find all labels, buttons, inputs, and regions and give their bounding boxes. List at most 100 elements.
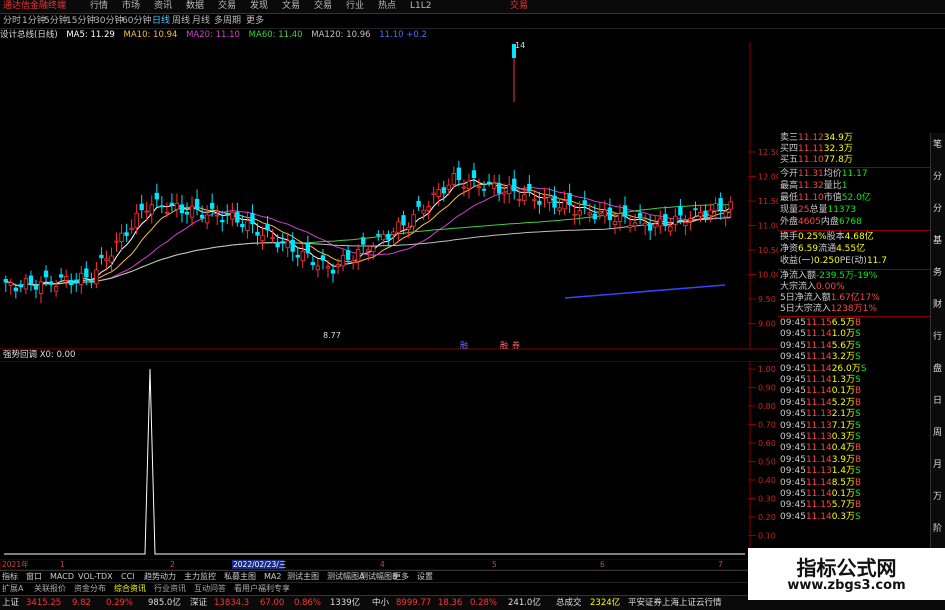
candle-body xyxy=(64,275,69,281)
indicator-tick-label: 0.40 xyxy=(758,476,776,485)
sidebar-button[interactable]: 分 xyxy=(933,201,942,214)
fund-flow-label: 大宗流入 xyxy=(780,282,817,292)
fund-flow-label: 净流入额 xyxy=(780,271,817,281)
extension-tab[interactable]: 综合资讯 xyxy=(114,583,146,595)
period-tab-30min[interactable]: 30分钟 xyxy=(94,14,123,28)
extension-tab[interactable]: 看用户福利专享 xyxy=(234,583,290,595)
candle-body xyxy=(678,206,683,216)
tick-price: 11.14 xyxy=(805,352,832,363)
candle-body xyxy=(486,181,492,184)
sidebar-button[interactable]: 分 xyxy=(933,169,942,182)
menu-item-wenyi[interactable]: 文易 xyxy=(282,0,300,13)
tick-time: 09:45 xyxy=(780,397,806,408)
tick-time: 09:45 xyxy=(780,352,806,363)
candle-body xyxy=(522,194,527,202)
price-tick-label: 12.00 xyxy=(758,173,778,182)
sidebar-button[interactable]: 万 xyxy=(933,489,942,502)
tick-direction: B xyxy=(855,500,862,511)
indicator-tick-label: 0.30 xyxy=(758,495,776,504)
tick-row: 09:4511.143.9万B xyxy=(780,455,930,466)
period-tab-5min[interactable]: 5分钟 xyxy=(44,14,68,28)
menu-item-trade2[interactable]: 交易 xyxy=(314,0,332,13)
fund-flow-pct: 17% xyxy=(859,293,880,303)
indicator-chart[interactable]: 1.00 0.90 0.80 0.70 0.60 0.50 0.40 0.30 0.20 0.10… xyxy=(0,361,778,559)
sidebar-button[interactable]: 月 xyxy=(933,457,942,470)
index-sh-chg: 9.82 xyxy=(72,598,91,608)
index-sz-amt: 1339亿 xyxy=(330,598,361,608)
stat-row: 外盘4605内盘6768 xyxy=(780,217,930,228)
period-tab-weekly[interactable]: 周线 xyxy=(172,14,190,28)
ma60-label: MA60: 11.40 xyxy=(248,30,303,40)
candle-body xyxy=(698,211,703,217)
sidebar-button[interactable]: 行 xyxy=(933,329,942,342)
price-tick-label: 9.00 xyxy=(758,320,776,329)
candle-body xyxy=(612,221,618,225)
marker-label-2: 融 xyxy=(500,340,508,350)
candle-body xyxy=(295,254,300,258)
period-tab-60min[interactable]: 60分钟 xyxy=(122,14,151,28)
period-tab-monthly[interactable]: 月线 xyxy=(192,14,210,28)
menu-item-trade[interactable]: 交易 xyxy=(218,0,236,13)
sidebar-button[interactable]: 笔 xyxy=(933,137,942,150)
stat-value: 11.7 xyxy=(866,256,887,266)
candle-body xyxy=(340,255,346,267)
menu-item-discover[interactable]: 发现 xyxy=(250,0,268,13)
sidebar-button[interactable]: 阶 xyxy=(933,521,942,534)
candle-body xyxy=(708,209,713,216)
sidebar-button[interactable]: 盘 xyxy=(933,361,942,374)
tick-time: 09:45 xyxy=(780,340,806,351)
extension-tab[interactable]: 行业资讯 xyxy=(154,583,186,595)
low-label: 8.77 xyxy=(323,331,341,340)
candle-body xyxy=(245,220,250,231)
ma5-label: MA5: 11.29 xyxy=(66,30,115,40)
candle-body xyxy=(230,211,235,220)
period-tab-multi[interactable]: 多周期 xyxy=(214,14,241,28)
extension-tab[interactable]: 扩展A xyxy=(2,583,23,595)
sidebar-button[interactable]: 日 xyxy=(933,393,942,406)
watermark: 指标公式网 www.zbgs3.com xyxy=(748,548,945,600)
orderbook-price: 11.12 xyxy=(798,133,824,143)
stat-label: 流通 xyxy=(818,244,837,254)
candle-body xyxy=(129,227,134,231)
menu-item-data[interactable]: 数据 xyxy=(186,0,204,13)
candle-body xyxy=(69,279,74,286)
tick-volume: 1.0万 xyxy=(831,329,856,340)
menu-item-industry[interactable]: 行业 xyxy=(346,0,364,13)
app-title: 通达信金融终端 xyxy=(3,1,67,11)
sidebar-button[interactable]: 务 xyxy=(933,265,942,278)
candle-body xyxy=(718,198,723,211)
candle-body xyxy=(255,231,260,236)
sidebar-button[interactable]: 基 xyxy=(933,233,942,246)
candle-body xyxy=(673,215,678,225)
period-tab-more[interactable]: 更多 xyxy=(246,14,264,28)
candle-body xyxy=(250,213,255,225)
stat-label: PE(动) xyxy=(839,256,867,266)
period-tab-15min[interactable]: 15分钟 xyxy=(66,14,95,28)
tick-volume: 0.3万 xyxy=(831,432,856,442)
candle-body xyxy=(627,225,633,228)
tick-row: 09:4511.1426.0万S xyxy=(780,364,930,375)
sidebar-button[interactable]: 财 xyxy=(933,297,942,310)
tick-direction: B xyxy=(855,477,862,488)
sidebar-button[interactable]: 周 xyxy=(933,425,942,438)
period-tab-1min[interactable]: 1分钟 xyxy=(22,14,46,28)
tick-direction: B xyxy=(855,454,862,465)
menu-item-l1l2[interactable]: L1L2 xyxy=(410,0,431,13)
period-tab-intraday[interactable]: 分时 xyxy=(3,14,21,28)
menu-item-news[interactable]: 资讯 xyxy=(154,0,172,13)
period-tab-daily[interactable]: 日线 xyxy=(152,14,170,28)
candle-body xyxy=(582,200,587,206)
extension-tab[interactable]: 互动问答 xyxy=(194,583,226,595)
extension-tab[interactable]: 关联报价 xyxy=(34,583,66,595)
menu-item-hot[interactable]: 热点 xyxy=(378,0,396,13)
tick-row: 09:4511.137.1万S xyxy=(780,421,930,432)
stat-value: 0.250 xyxy=(814,256,840,266)
menu-item-quotes[interactable]: 行情 xyxy=(90,0,108,13)
candle-body xyxy=(114,240,119,243)
candle-body xyxy=(260,234,265,242)
trade-link[interactable]: 交易 xyxy=(510,0,528,13)
menu-item-market[interactable]: 市场 xyxy=(122,0,140,13)
stat-label: 内盘 xyxy=(820,217,839,227)
extension-tab[interactable]: 资金分布 xyxy=(74,583,106,595)
candlestick-chart[interactable]: 12.50 12.00 11.50 11.00 10.50 10.00 9.50 9.00 1… xyxy=(0,42,778,350)
